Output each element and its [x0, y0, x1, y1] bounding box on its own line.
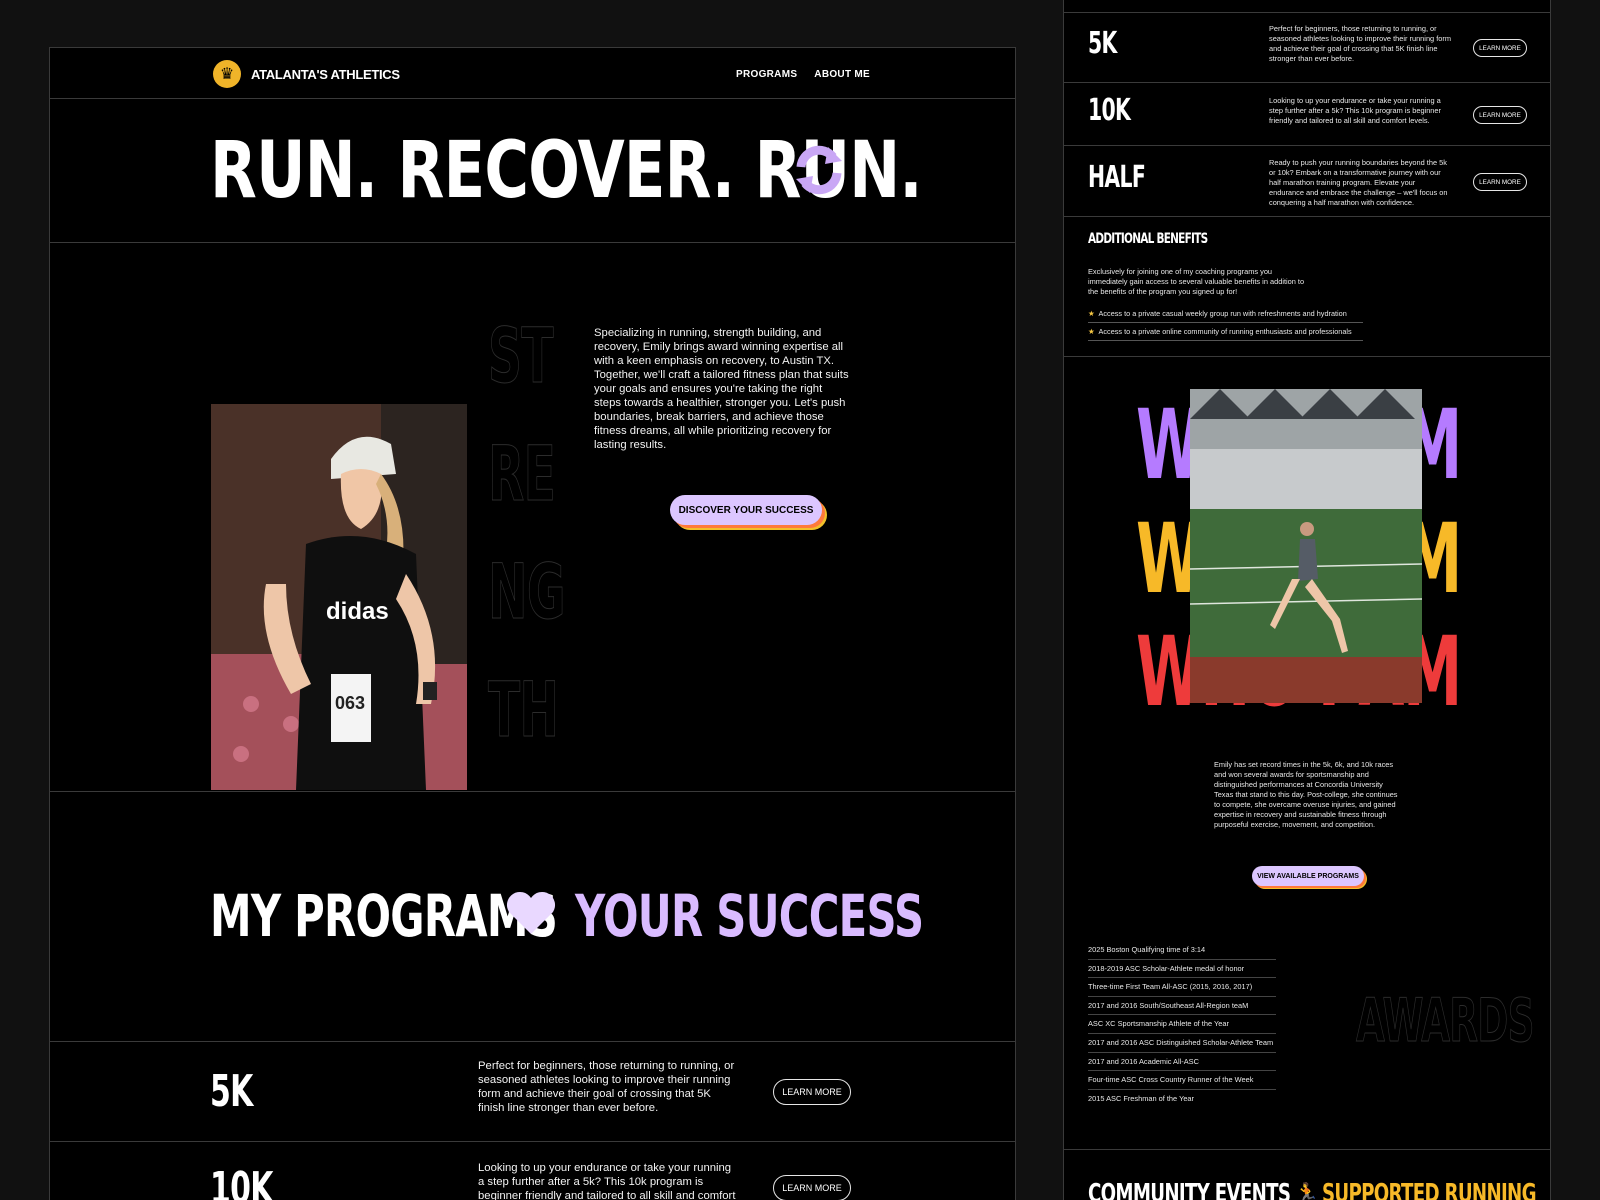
benefit-item: ★ Access to a private online community of… — [1088, 323, 1363, 341]
benefits-title: ADDITIONAL BENEFITS — [1088, 231, 1208, 247]
learn-more-half-button[interactable]: LEARN MORE — [1473, 173, 1527, 191]
divider — [1064, 12, 1550, 13]
program-5k-desc: Perfect for beginners, those returning t… — [1269, 24, 1451, 63]
learn-more-5k-button[interactable]: LEARN MORE — [773, 1079, 851, 1105]
strength-letters-re: RE — [488, 429, 556, 518]
strength-letters-st: ST — [488, 311, 554, 400]
award-item: Three-time First Team All-ASC (2015, 201… — [1088, 978, 1276, 997]
view-programs-button[interactable]: VIEW AVAILABLE PROGRAMS — [1252, 866, 1364, 886]
community-heading-part2: SUPPORTED RUNNING — [1322, 1179, 1537, 1200]
strength-letters-ng: NG — [488, 547, 566, 636]
runner-photo: didas 063 — [211, 404, 467, 790]
divider — [1064, 145, 1550, 146]
divider — [50, 1141, 1015, 1142]
award-item: 2015 ASC Freshman of the Year — [1088, 1093, 1195, 1103]
benefit-item: ★ Access to a private casual weekly group… — [1088, 305, 1363, 323]
program-half-desc: Ready to push your running boundaries be… — [1269, 158, 1448, 207]
awards-title: AWARDS — [1356, 986, 1535, 1056]
intro-text: Specializing in running, strength buildi… — [594, 327, 849, 451]
divider — [50, 98, 1015, 99]
refresh-icon — [796, 145, 842, 195]
programs-heading-part2: YOUR SUCCESS — [575, 882, 924, 950]
desktop-page-frame: ♛ ATALANTA'S ATHLETICS PROGRAMS ABOUT ME… — [49, 47, 1016, 1200]
learn-more-5k-button[interactable]: LEARN MORE — [1473, 39, 1527, 57]
award-item: 2025 Boston Qualifying time of 3:14 — [1088, 941, 1276, 960]
benefits-intro: Exclusively for joining one of my coachi… — [1088, 267, 1305, 296]
strength-letters-th: TH — [488, 665, 560, 754]
star-icon: ★ — [1088, 327, 1095, 336]
main-nav: PROGRAMS ABOUT ME — [736, 69, 870, 80]
award-item: 2017 and 2016 South/Southeast All-Region… — [1088, 997, 1276, 1016]
program-half-name: HALF — [1088, 160, 1146, 195]
community-heading-part1: COMMUNITY EVENTS — [1088, 1179, 1291, 1200]
divider — [50, 791, 1015, 792]
award-item: ASC XC Sportsmanship Athlete of the Year — [1088, 1015, 1276, 1034]
benefits-list: ★ Access to a private casual weekly group… — [1088, 305, 1363, 341]
track-photo — [1190, 389, 1422, 703]
star-icon: ★ — [1088, 309, 1095, 318]
program-10k-name: 10K — [1088, 93, 1131, 128]
award-item: 2017 and 2016 ASC Distinguished Scholar-… — [1088, 1034, 1276, 1053]
learn-more-10k-button[interactable]: LEARN MORE — [773, 1175, 851, 1200]
community-heading: COMMUNITY EVENTS 🏃 SUPPORTED RUNNING — [1088, 1179, 1537, 1200]
runner-icon: 🏃 — [1294, 1183, 1319, 1200]
learn-more-10k-button[interactable]: LEARN MORE — [1473, 106, 1527, 124]
brand-logo[interactable]: ♛ ATALANTA'S ATHLETICS — [213, 60, 400, 88]
programs-heading: MY PROGRAMS YOUR SUCCESS — [210, 882, 924, 950]
divider — [1064, 216, 1550, 217]
brand-name: ATALANTA'S ATHLETICS — [251, 66, 400, 82]
svg-text:063: 063 — [335, 693, 365, 713]
program-10k-name: 10K — [210, 1163, 273, 1200]
nav-programs[interactable]: PROGRAMS — [736, 69, 797, 80]
divider — [50, 242, 1015, 243]
discover-success-button[interactable]: DISCOVER YOUR SUCCESS — [670, 495, 822, 525]
divider — [1064, 82, 1550, 83]
program-5k-name: 5K — [1088, 26, 1117, 61]
heart-icon — [506, 891, 556, 934]
award-item: 2018-2019 ASC Scholar-Athlete medal of h… — [1088, 960, 1276, 979]
program-10k-desc: Looking to up your endurance or take you… — [1269, 96, 1441, 125]
mobile-page-frame: 5K Perfect for beginners, those returnin… — [1063, 0, 1551, 1200]
program-10k-desc: Looking to up your endurance or take you… — [478, 1162, 736, 1200]
program-5k-desc: Perfect for beginners, those returning t… — [478, 1060, 735, 1114]
divider — [50, 1041, 1015, 1042]
divider — [1064, 356, 1550, 357]
nav-about-me[interactable]: ABOUT ME — [814, 69, 870, 80]
divider — [1064, 1149, 1550, 1150]
award-item: 2017 and 2016 Academic All-ASC — [1088, 1053, 1276, 1072]
svg-text:didas: didas — [326, 598, 389, 625]
program-5k-name: 5K — [210, 1066, 253, 1117]
award-item: Four-time ASC Cross Country Runner of th… — [1088, 1071, 1276, 1090]
awards-list: 2025 Boston Qualifying time of 3:14 2018… — [1088, 941, 1276, 1108]
who-bio: Emily has set record times in the 5k, 6k… — [1214, 760, 1398, 829]
lion-icon: ♛ — [213, 60, 241, 88]
